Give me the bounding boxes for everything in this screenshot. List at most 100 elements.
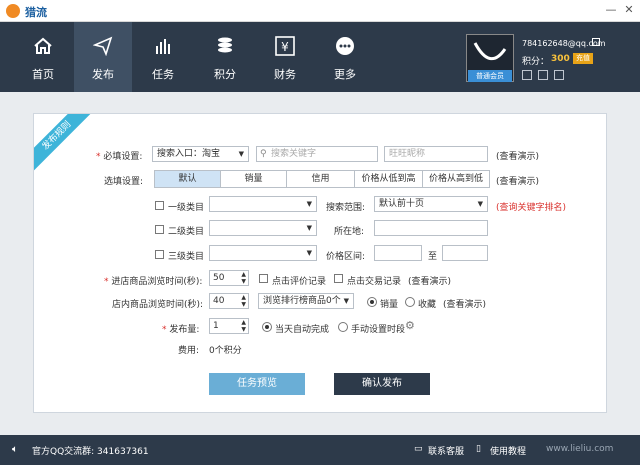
- view-demo-link[interactable]: (查看演示): [496, 149, 539, 162]
- click-trade-label: 点击交易记录: [347, 277, 402, 287]
- cat2-label: 二级类目: [168, 227, 205, 237]
- tutorial-link[interactable]: 使用教程: [490, 444, 526, 457]
- manual-time-radio[interactable]: [338, 322, 348, 332]
- cost-value: 0个积分: [209, 346, 242, 356]
- tab-price-asc[interactable]: 价格从低到高: [355, 171, 423, 187]
- favorite-label: 收藏: [418, 300, 437, 310]
- yen-icon: ¥: [275, 36, 295, 56]
- send-icon: [93, 36, 113, 56]
- sales-label: 销量: [380, 300, 399, 310]
- qq-group-text: 官方QQ交流群: 341637361: [32, 447, 149, 457]
- tab-credit[interactable]: 信用: [287, 171, 355, 187]
- nav-label: 首页: [32, 68, 54, 81]
- price-min-input[interactable]: [374, 245, 422, 261]
- sales-radio[interactable]: [367, 297, 377, 307]
- price-range-label: 价格区间:: [326, 252, 366, 262]
- auto-finish-label: 当天自动完成: [275, 325, 330, 335]
- browse-time-stepper[interactable]: 50 ▲ ▼: [209, 270, 249, 286]
- coins-icon: [218, 37, 232, 53]
- site-watermark: www.lieliu.com: [546, 444, 614, 454]
- click-trade-checkbox[interactable]: [334, 274, 343, 283]
- auto-finish-radio[interactable]: [262, 322, 272, 332]
- view-demo-link[interactable]: (查看演示): [496, 174, 539, 187]
- cat3-label: 三级类目: [168, 252, 205, 262]
- app-logo-icon: [6, 4, 20, 18]
- mail-icon[interactable]: [554, 70, 564, 80]
- click-review-checkbox[interactable]: [259, 274, 268, 283]
- title-bar: 猎流 — ✕: [0, 0, 640, 22]
- speaker-icon: 🔈︎: [12, 444, 18, 455]
- location-label: 所在地:: [334, 227, 365, 237]
- cat3-checkbox[interactable]: [155, 250, 164, 259]
- score-label: 积分：: [522, 57, 550, 67]
- nav-item-tasks[interactable]: 任务: [134, 22, 192, 92]
- nav-item-home[interactable]: 首页: [14, 22, 72, 92]
- tab-default[interactable]: 默认: [155, 171, 221, 187]
- bar-chart-icon: [156, 39, 170, 54]
- nav-item-more[interactable]: 更多: [316, 22, 374, 92]
- manual-time-label: 手动设置时段: [351, 325, 406, 335]
- in-store-time-stepper[interactable]: 40 ▲ ▼: [209, 293, 249, 309]
- recharge-button[interactable]: 充值: [573, 53, 593, 64]
- task-preview-button[interactable]: 任务预览: [209, 373, 305, 395]
- nav-item-points[interactable]: 积分: [196, 22, 254, 92]
- search-range-select[interactable]: 默认前十页 ▼: [374, 196, 488, 212]
- nav-item-finance[interactable]: ¥ 财务: [256, 22, 314, 92]
- chat-icon: ▭: [414, 444, 423, 454]
- nav-item-publish[interactable]: 发布: [74, 22, 132, 92]
- more-icon: [336, 37, 354, 55]
- browse-rank-select[interactable]: 浏览排行榜商品0个 ▼: [258, 293, 354, 309]
- document-icon[interactable]: [538, 70, 548, 80]
- footer-bar: 🔈︎ 官方QQ交流群: 341637361 ▭ 联系客服 ▯ 使用教程 www.…: [0, 435, 640, 465]
- cost-label: 费用:: [178, 346, 200, 356]
- tab-price-desc[interactable]: 价格从高到低: [423, 171, 489, 187]
- click-review-label: 点击评价记录: [272, 277, 327, 287]
- nav-label: 任务: [152, 68, 174, 81]
- wangwang-input[interactable]: 旺旺昵称: [384, 146, 488, 162]
- cat1-label: 一级类目: [168, 203, 205, 213]
- price-to-label: 至: [428, 252, 438, 262]
- keyword-input[interactable]: ⚲ 搜索关键字: [256, 146, 378, 162]
- svg-text:¥: ¥: [281, 40, 289, 54]
- chart-icon[interactable]: [522, 70, 532, 80]
- publish-form-panel: 发布规则 * 必填设置: 搜索入口：淘宝 ▼ ⚲ 搜索关键字 旺旺昵称 (查看演示)…: [33, 113, 607, 413]
- score-value: 300: [551, 54, 570, 64]
- publish-rules-ribbon[interactable]: 发布规则: [34, 114, 95, 174]
- tab-sales[interactable]: 销量: [221, 171, 287, 187]
- search-entry-select[interactable]: 搜索入口：淘宝 ▼: [152, 146, 249, 162]
- price-max-input[interactable]: [442, 245, 488, 261]
- in-store-time-label: 店内商品浏览时间(秒):: [112, 300, 204, 310]
- publish-count-label: * 发布量:: [162, 325, 200, 335]
- nav-label: 积分: [214, 68, 236, 81]
- book-icon: ▯: [476, 444, 481, 454]
- favorite-radio[interactable]: [405, 297, 415, 307]
- nav-label: 更多: [334, 68, 356, 81]
- view-demo-link[interactable]: (查看演示): [408, 274, 451, 287]
- gear-icon[interactable]: ⚙: [405, 319, 415, 332]
- cat1-checkbox[interactable]: [155, 201, 164, 210]
- cat3-select[interactable]: ▼: [209, 245, 317, 261]
- member-badge: 普通会员: [468, 70, 512, 82]
- location-input[interactable]: [374, 220, 488, 236]
- cat1-select[interactable]: ▼: [209, 196, 317, 212]
- home-icon: [34, 37, 52, 54]
- cat2-checkbox[interactable]: [155, 225, 164, 234]
- sort-tabs: 默认 销量 信用 价格从低到高 价格从高到低: [154, 170, 490, 188]
- minimize-button[interactable]: —: [604, 3, 618, 17]
- confirm-publish-button[interactable]: 确认发布: [334, 373, 430, 395]
- app-title: 猎流: [25, 6, 47, 19]
- close-button[interactable]: ✕: [622, 3, 636, 17]
- search-icon: ⚲: [260, 149, 267, 159]
- optional-settings-label: 选填设置:: [104, 177, 144, 187]
- browse-time-label: * 进店商品浏览时间(秒):: [104, 277, 203, 287]
- view-demo-link[interactable]: (查看演示): [443, 297, 486, 310]
- nav-label: 财务: [274, 68, 296, 81]
- search-range-label: 搜索范围:: [326, 203, 366, 213]
- edit-icon[interactable]: [592, 38, 600, 46]
- publish-count-stepper[interactable]: 1 ▲ ▼: [209, 318, 249, 334]
- nav-label: 发布: [92, 68, 114, 81]
- cat2-select[interactable]: ▼: [209, 220, 317, 236]
- required-settings-label: * 必填设置:: [96, 152, 143, 162]
- contact-support-link[interactable]: 联系客服: [428, 444, 464, 457]
- query-rank-link[interactable]: (查询关键字排名): [496, 200, 566, 213]
